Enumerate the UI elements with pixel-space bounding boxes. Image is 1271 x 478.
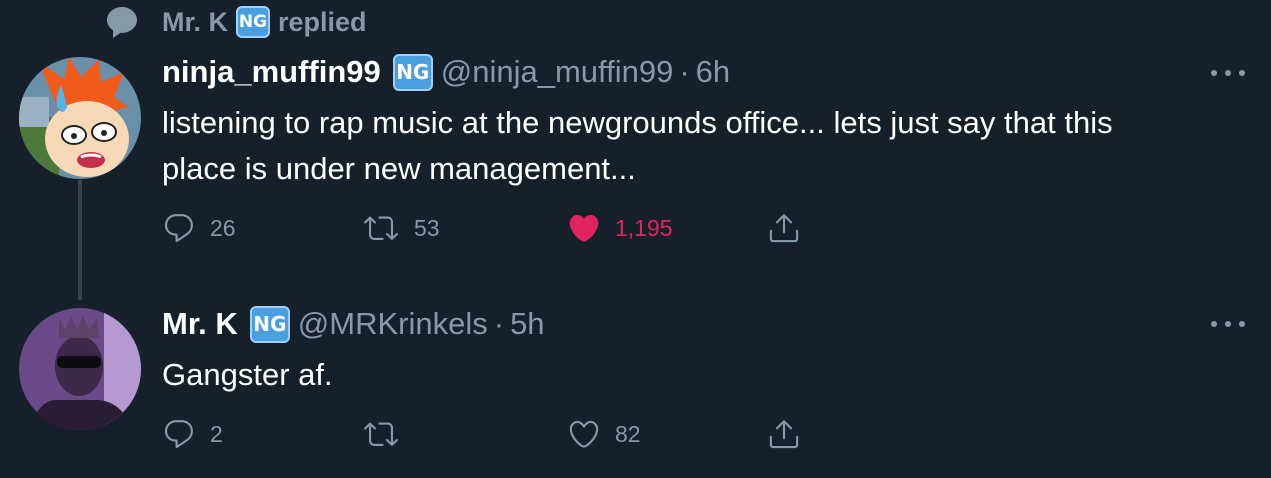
ng-badge-icon: NG bbox=[249, 305, 290, 343]
reply-icon bbox=[164, 214, 193, 243]
separator-dot: · bbox=[493, 306, 505, 341]
timestamp[interactable]: 6h bbox=[696, 54, 730, 90]
ng-badge-icon: NG bbox=[392, 53, 433, 91]
reply-count: 2 bbox=[210, 420, 223, 447]
display-name[interactable]: Mr. K bbox=[162, 306, 238, 342]
tweet-text: listening to rap music at the newgrounds… bbox=[162, 100, 1242, 192]
share-icon bbox=[769, 420, 799, 449]
tweet-text: Gangster af. bbox=[162, 352, 1242, 398]
like-count: 1,195 bbox=[615, 214, 673, 241]
like-button[interactable]: 1,195 bbox=[567, 208, 673, 248]
heart-outline-icon bbox=[569, 420, 599, 448]
avatar[interactable] bbox=[19, 308, 141, 430]
tweet-text-line: Gangster af. bbox=[162, 357, 333, 392]
reply-icon bbox=[164, 420, 193, 449]
share-button[interactable] bbox=[767, 208, 801, 248]
more-options-icon[interactable] bbox=[1211, 319, 1245, 329]
tweet[interactable]: ninja_muffin99 NG @ninja_muffin99 · 6h l… bbox=[0, 0, 1271, 290]
tweet-text-line: listening to rap music at the newgrounds… bbox=[162, 105, 1113, 140]
tweet-actions: 26 53 1,195 bbox=[162, 208, 812, 248]
share-icon bbox=[769, 214, 799, 243]
reply-button[interactable]: 2 bbox=[162, 414, 223, 454]
tweet-header: ninja_muffin99 NG @ninja_muffin99 · 6h bbox=[162, 50, 730, 94]
reply-button[interactable]: 26 bbox=[162, 208, 236, 248]
tweet-actions: 2 82 bbox=[162, 414, 812, 454]
retweet-button[interactable] bbox=[362, 414, 414, 454]
more-options-icon[interactable] bbox=[1211, 68, 1245, 78]
like-count: 82 bbox=[615, 420, 641, 447]
timeline: Mr. K NG replied ninja_muffin99 NG @ninj… bbox=[0, 0, 1271, 478]
tweet-text-line: place is under new management... bbox=[162, 151, 636, 186]
display-name[interactable]: ninja_muffin99 bbox=[162, 54, 381, 90]
retweet-icon bbox=[364, 216, 398, 240]
tweet[interactable]: Mr. K NG @MRKrinkels · 5h Gangster af. 2… bbox=[0, 290, 1271, 478]
timestamp[interactable]: 5h bbox=[510, 306, 544, 342]
tweet-header: Mr. K NG @MRKrinkels · 5h bbox=[162, 302, 545, 346]
like-button[interactable]: 82 bbox=[567, 414, 641, 454]
retweet-icon bbox=[364, 422, 398, 446]
user-handle[interactable]: @MRKrinkels bbox=[298, 306, 488, 342]
retweet-button[interactable]: 53 bbox=[362, 208, 440, 248]
separator-dot: · bbox=[679, 54, 690, 89]
heart-filled-icon bbox=[569, 214, 599, 242]
retweet-count: 53 bbox=[414, 214, 440, 241]
share-button[interactable] bbox=[767, 414, 801, 454]
thread-line bbox=[78, 180, 82, 300]
reply-count: 26 bbox=[210, 214, 236, 241]
avatar[interactable] bbox=[19, 57, 141, 179]
user-handle[interactable]: @ninja_muffin99 bbox=[441, 54, 674, 90]
